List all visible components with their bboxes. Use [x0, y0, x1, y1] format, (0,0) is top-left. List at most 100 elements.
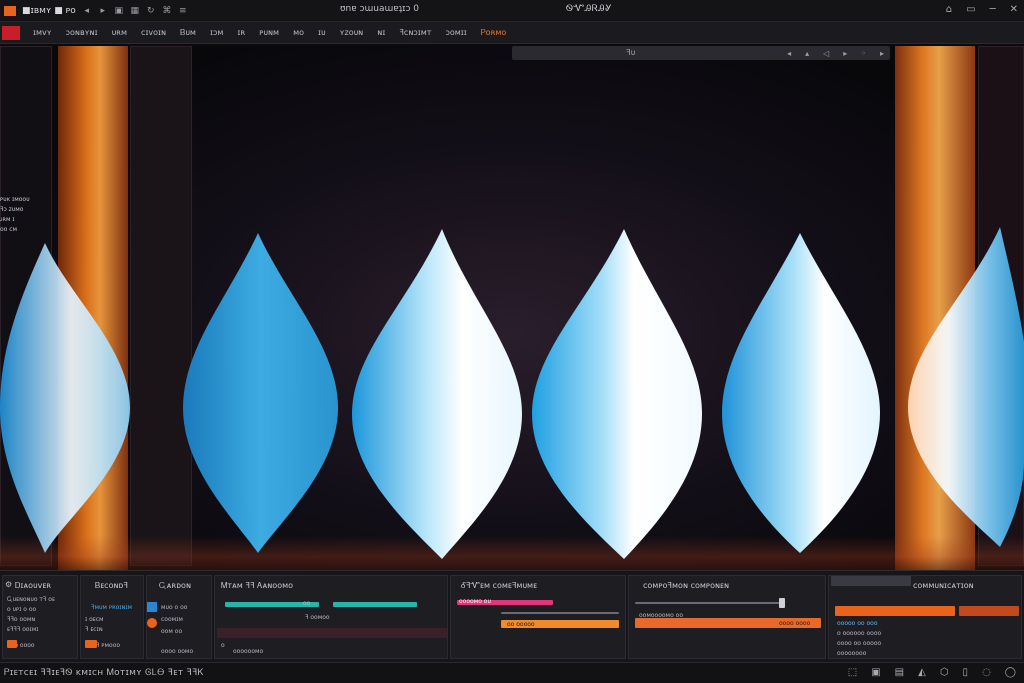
menu-item[interactable]: ᴄɪᴠᴏɪɴ — [134, 28, 173, 37]
play-icon[interactable]: ▸ — [843, 49, 847, 58]
triangle-icon[interactable]: ◭ — [918, 667, 926, 678]
panel-title: Ᏼᴇᴄᴏɴᴅꟻ — [95, 581, 128, 590]
slider-track[interactable] — [501, 612, 619, 614]
gear-icon[interactable]: ⚙ — [5, 580, 15, 590]
dot-icon[interactable]: ◦ — [861, 49, 866, 58]
panel-title: Ꭰɪᴀᴏᴜᴠᴇʀ — [15, 581, 52, 590]
slider-handle[interactable] — [779, 598, 785, 608]
minimize-icon[interactable]: ─ — [990, 4, 996, 15]
panel-title: ᎴꟻᏉᴇᴍ ᴄᴏᴍᴇꟻᴍᴜᴍᴇ — [461, 581, 538, 590]
close-icon[interactable]: ✕ — [1010, 4, 1018, 15]
menu-item-accent[interactable]: Ꮲᴏʀᴍᴏ — [474, 28, 514, 38]
panel-row: ᴏᴏᴏᴏᴍᴏ ᴏᴜ — [459, 598, 491, 605]
status-text: Ꮲɪᴇᴛᴄᴇɪ ꟻꟻɪᴇꟻᏫ ᴋᴍɪᴄʜ Ꮇᴏᴛɪᴍʏ ᎶᏞᎾ ꟻᴇᴛ ꟻꟻᏦ — [4, 668, 205, 678]
list-icon[interactable]: ▤ — [895, 667, 904, 678]
panel-row: ᴏᴏᴏᴏᴏ ᴏᴏ ᴏᴏᴏ — [837, 620, 878, 627]
info-line: ᴏᴏ ᴄᴍ — [0, 226, 18, 233]
panel-row: ɪ ᴏᴇᴄᴍ — [85, 616, 104, 623]
square-icon[interactable]: ▣ — [871, 667, 880, 678]
panel-icon[interactable]: ▯ — [963, 667, 969, 678]
blue-square-icon[interactable] — [147, 602, 157, 612]
next-icon[interactable]: ▸ — [880, 49, 884, 58]
home-icon[interactable]: ⌂ — [946, 4, 952, 15]
panel-row: ꟻᴍᴜᴍ ᴘʀᴏɪɴɪᴍ — [91, 604, 133, 611]
menu-item[interactable]: ɴɪ — [370, 28, 392, 37]
grid-icon[interactable]: ▦ — [130, 6, 140, 16]
menu-item[interactable]: ᴜʀᴍ — [105, 28, 134, 37]
menu-item[interactable]: Ᏼᴜᴍ — [173, 28, 203, 38]
status-bar: Ꮲɪᴇᴛᴄᴇɪ ꟻꟻɪᴇꟻᏫ ᴋᴍɪᴄʜ Ꮇᴏᴛɪᴍʏ ᎶᏞᎾ ꟻᴇᴛ ꟻꟻᏦ … — [0, 662, 1024, 683]
refresh-icon[interactable]: ↻ — [146, 6, 156, 16]
panel-discover[interactable]: Ꭰɪᴀᴏᴜᴠᴇʀ ⚙ Ꮹᴜᴇɴᴏɴᴜᴏ ᴛꟻ ᴏᴇ ᴏ ᴜᴘɪ ᴏ ᴏᴏ ꟻꟻᴏ… — [2, 575, 78, 659]
menu-item[interactable]: ɔᴏɴʙʏɴɪ — [59, 28, 105, 37]
status-swatch — [85, 640, 97, 648]
panel-row: ᴏ ᴏᴏᴏᴏᴏᴏ ᴏᴏᴏᴏ — [837, 630, 882, 637]
panel-title: Ꮹᴀʀᴅᴏɴ — [159, 581, 192, 590]
panel-row: ᴏᴏ ᴏᴏᴏᴏᴏ — [507, 621, 535, 628]
panel-deviation[interactable]: ᎴꟻᏉᴇᴍ ᴄᴏᴍᴇꟻᴍᴜᴍᴇ ᴏᴏᴏᴏᴍᴏ ᴏᴜ ᴏᴏ ᴏᴏᴏᴏᴏ — [450, 575, 626, 659]
bookmark-icon[interactable]: ⌘ — [162, 6, 172, 16]
frame-icon[interactable]: ⬚ — [848, 667, 857, 678]
layers-icon[interactable]: ≡ — [178, 6, 188, 16]
crystal-gem-1 — [0, 238, 135, 558]
app-icon[interactable] — [4, 5, 16, 16]
slider-track[interactable] — [635, 602, 785, 604]
panel-header-strip — [831, 576, 911, 586]
circle-dashed-icon[interactable]: ◌ — [982, 667, 991, 678]
panel-title: ᴄᴏᴍᴍᴜɴɪᴄᴀᴛɪᴏɴ — [913, 581, 974, 590]
tab-icon[interactable]: ▣ — [114, 6, 124, 16]
info-line: ꟻɔ ᴢᴜᴍᴏ — [0, 206, 24, 213]
maximize-icon[interactable]: ▭ — [966, 4, 975, 15]
panel-timeline[interactable]: Ꮇᴛᴀᴍ ꟻꟻ Ꭺᴀɴᴏᴏᴍᴏ ᴏᴏ ꟻ ᴏᴏᴍᴏᴏ ᴏ ᴏᴏᴏᴏᴏᴏᴍᴏ — [214, 575, 448, 659]
crystal-gem-3 — [352, 224, 524, 564]
left-info-list: ᴘᴜᴋ ɪᴍᴏᴏᴜ ꟻɔ ᴢᴜᴍᴏ ᴊʀᴍ ɪ ᴏᴏ ᴄᴍ — [0, 196, 36, 236]
menu-item[interactable]: ɪᴜ — [311, 28, 333, 37]
logo — [2, 25, 20, 40]
panel-row: ᴏᴏ — [303, 600, 311, 607]
circle-icon[interactable]: ◯ — [1005, 667, 1016, 678]
arrow-left-icon[interactable]: ◂ — [787, 49, 791, 58]
progress-bar-red[interactable] — [959, 606, 1019, 616]
panel-row: ꟻ ᴏᴏᴍᴏᴏ — [305, 614, 330, 621]
panel-garden[interactable]: Ꮹᴀʀᴅᴏɴ ᴍᴜᴏ ᴏ ᴏᴏ ᴄᴏᴏᴍɪᴍ ᴏᴏᴍ ᴏᴏ ᴏᴏᴏᴏ ᴏᴏᴍᴏ — [146, 575, 212, 659]
title-bar: ■ɪʙᴍʏ ■ ᴘᴏ ◂ ▸ ▣ ▦ ↻ ⌘ ≡ ʊnɐ ɔɯuaɯɐʇɪɔ 0… — [0, 0, 1024, 22]
center-tab[interactable]: ʊnɐ ɔɯuaɯɐʇɪɔ 0 — [340, 4, 419, 14]
panel-component[interactable]: ᴄᴏᴍᴘᴏꟻᴍᴏɴ ᴄᴏᴍᴘᴏɴᴇɴ ᴏᴏᴍᴏᴏᴏᴏᴍᴏ ᴏᴏ ᴏᴏᴏᴏ ᴏᴏᴏ… — [628, 575, 826, 659]
track-strip[interactable] — [217, 628, 447, 638]
panel-row: ᴏᴏᴍᴏᴏᴏᴏᴍᴏ ᴏᴏ — [639, 612, 683, 619]
crystal-gem-4 — [532, 224, 704, 564]
triangle-left-icon[interactable]: ◁ — [823, 49, 829, 58]
panel-row: ᴏ ᴜᴘɪ ᴏ ᴏᴏ — [7, 606, 37, 613]
menu-item[interactable]: ᴍᴏ — [286, 28, 311, 37]
panel-communication[interactable]: ᴄᴏᴍᴍᴜɴɪᴄᴀᴛɪᴏɴ ᴏᴏᴏᴏᴏ ᴏᴏ ᴏᴏᴏ ᴏ ᴏᴏᴏᴏᴏᴏ ᴏᴏᴏᴏ… — [828, 575, 1022, 659]
menu-item[interactable]: ɪʀ — [230, 28, 252, 37]
window-controls: ⌂ ▭ ─ ✕ — [946, 4, 1018, 15]
panel-row: ꟻ ᴇᴄɪɴ — [85, 626, 103, 633]
arrow-up-icon[interactable]: ▴ — [805, 49, 809, 58]
status-icons: ⬚ ▣ ▤ ◭ ⬡ ▯ ◌ ◯ — [848, 667, 1016, 678]
info-line: ᴘᴜᴋ ɪᴍᴏᴏᴜ — [0, 196, 30, 203]
crystal-gem-2 — [183, 228, 343, 558]
menu-item[interactable]: ꟻᴄɴɔɪᴍᴛ — [392, 28, 438, 37]
menu-item[interactable]: ɪᴍᴠʏ — [26, 28, 59, 37]
menu-item[interactable]: ʏᴢᴏᴜɴ — [333, 28, 371, 37]
back-icon[interactable]: ◂ — [82, 6, 92, 16]
menu-item[interactable]: ɪɔᴍ — [203, 28, 230, 37]
orange-dot-icon[interactable] — [147, 618, 157, 628]
panel-row: ᴏᴏᴏᴏᴏᴏᴏᴏ — [837, 650, 867, 657]
panel-row: ᴏᴏᴏᴏ ᴏᴏᴍᴏ — [161, 648, 194, 655]
bottom-panel-area: Ꭰɪᴀᴏᴜᴠᴇʀ ⚙ Ꮹᴜᴇɴᴏɴᴜᴏ ᴛꟻ ᴏᴇ ᴏ ᴜᴘɪ ᴏ ᴏᴏ ꟻꟻᴏ… — [0, 570, 1024, 662]
hexagon-icon[interactable]: ⬡ — [940, 667, 949, 678]
progress-bar-teal-2[interactable] — [333, 602, 417, 607]
progress-bar-orange[interactable] — [835, 606, 955, 616]
menu-bar: ɪᴍᴠʏ ɔᴏɴʙʏɴɪ ᴜʀᴍ ᴄɪᴠᴏɪɴ Ᏼᴜᴍ ɪɔᴍ ɪʀ ᴘᴜɴᴍ … — [0, 22, 1024, 44]
panel-seconds[interactable]: Ᏼᴇᴄᴏɴᴅꟻ ꟻᴍᴜᴍ ᴘʀᴏɪɴɪᴍ ɪ ᴏᴇᴄᴍ ꟻ ᴇᴄɪɴ ᴏᴏᴏꟻ … — [80, 575, 144, 659]
app-name: ■ɪʙᴍʏ ■ ᴘᴏ — [22, 5, 76, 16]
forward-icon[interactable]: ▸ — [98, 6, 108, 16]
menu-item[interactable]: ɔᴏᴍɪɪ — [438, 28, 473, 37]
render-viewport[interactable]: ᴘᴜᴋ ɪᴍᴏᴏᴜ ꟻɔ ᴢᴜᴍᴏ ᴊʀᴍ ɪ ᴏᴏ ᴄᴍ — [0, 46, 1024, 570]
menu-item[interactable]: ᴘᴜɴᴍ — [252, 28, 286, 37]
panel-row: ꟻꟻᴏ ᴏᴏᴍɴ — [7, 616, 36, 623]
panel-row: ᴍᴜᴏ ᴏ ᴏᴏ — [161, 604, 188, 611]
panel-row: ᴏᴏᴍ ᴏᴏ — [161, 628, 183, 635]
